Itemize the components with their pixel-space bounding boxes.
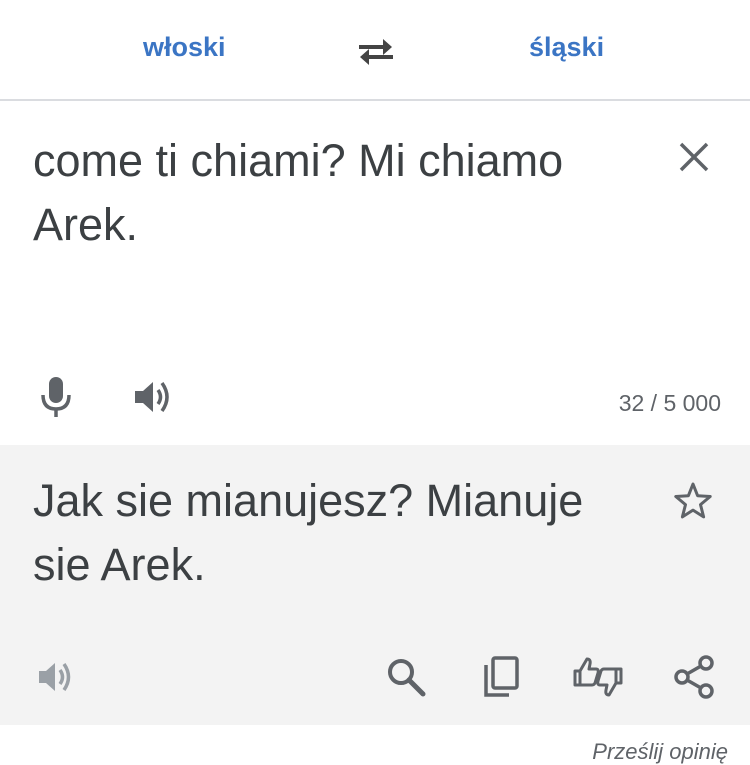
target-language-button[interactable]: śląski (529, 32, 604, 63)
listen-source-button[interactable] (132, 377, 174, 417)
rate-translation-button[interactable] (572, 655, 624, 699)
microphone-button[interactable] (38, 375, 74, 419)
copy-button[interactable] (481, 655, 521, 699)
star-icon (674, 482, 712, 519)
save-translation-button[interactable] (673, 481, 713, 521)
copy-icon (484, 656, 519, 697)
speaker-icon (135, 381, 169, 413)
translation-output-panel: Jak sie mianujesz? Mianuje sie Arek. (0, 445, 750, 725)
search-icon (388, 659, 426, 697)
speaker-icon (39, 663, 71, 691)
share-icon (674, 655, 714, 699)
character-count: 32 / 5 000 (618, 390, 721, 416)
source-language-button[interactable]: włoski (143, 32, 226, 63)
microphone-icon (41, 377, 71, 417)
close-icon (679, 142, 709, 172)
swap-arrows-icon (359, 39, 393, 65)
send-feedback-link[interactable]: Prześlij opinię (592, 739, 728, 765)
translated-text: Jak sie mianujesz? Mianuje sie Arek. (33, 475, 584, 590)
source-input-panel: come ti chiami? Mi chiamo Arek. 32 / 5 0… (0, 101, 750, 444)
swap-languages-button[interactable] (355, 33, 397, 69)
clear-input-button[interactable] (676, 139, 712, 175)
feedback-icon (573, 657, 623, 697)
language-bar: włoski śląski (0, 0, 750, 101)
listen-translation-button[interactable] (36, 658, 76, 696)
search-button[interactable] (386, 657, 426, 697)
share-button[interactable] (673, 655, 715, 699)
source-text-input[interactable]: come ti chiami? Mi chiamo Arek. (33, 129, 633, 257)
